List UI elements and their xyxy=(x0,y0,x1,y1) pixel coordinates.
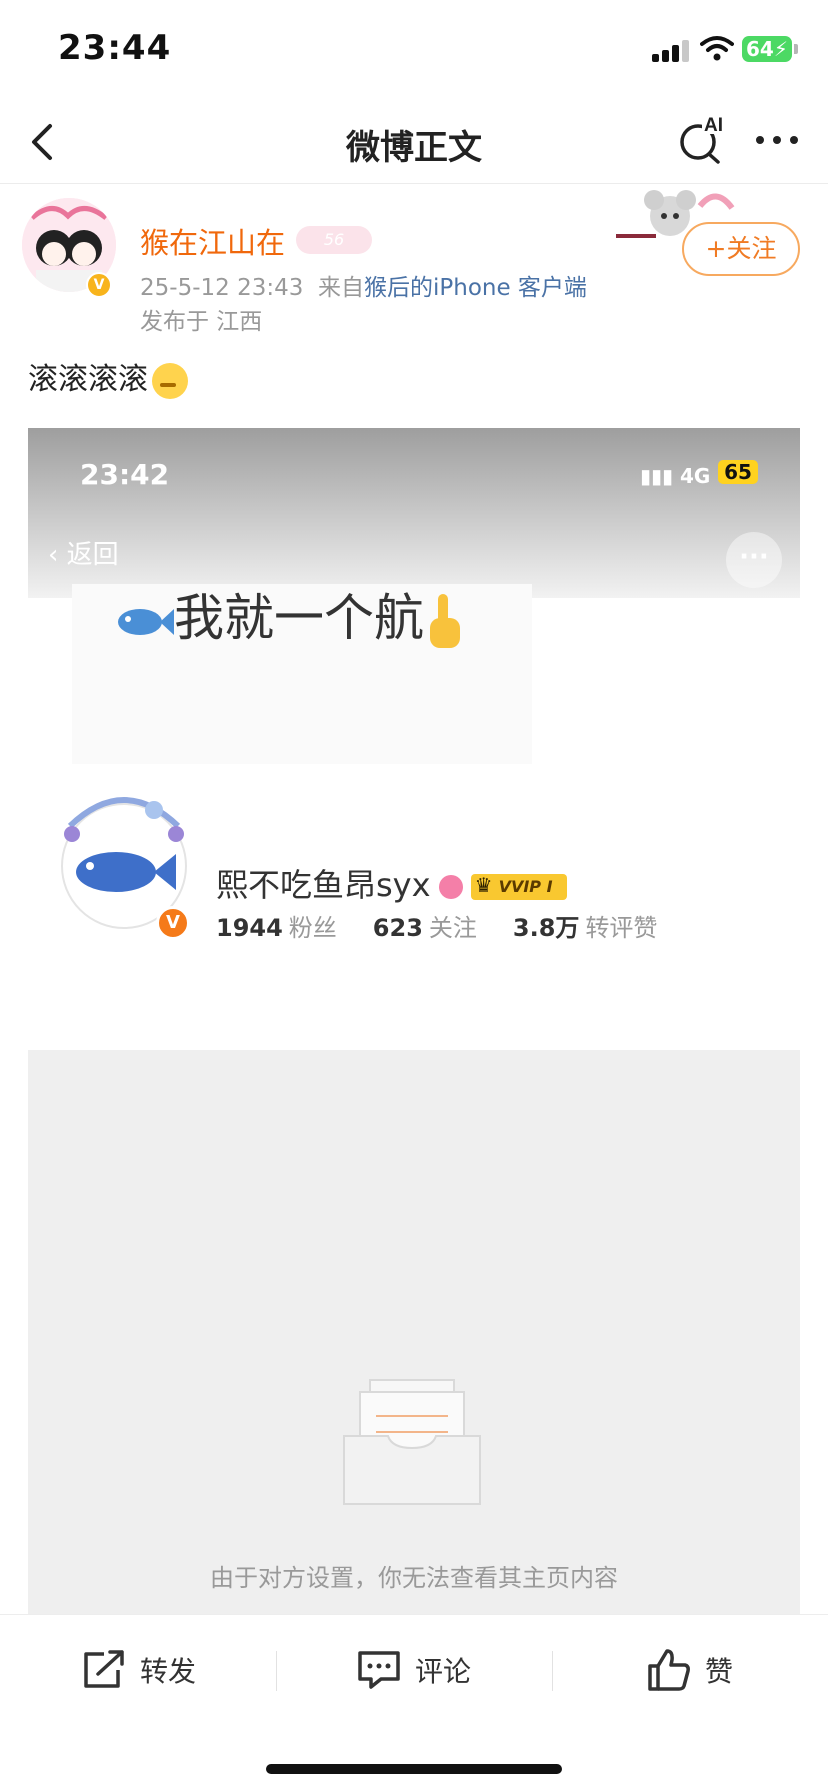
thinking-emoji-icon xyxy=(152,362,188,399)
comment-label: 评论 xyxy=(414,1655,471,1688)
post-date: 25-5-12 23:43 xyxy=(140,275,304,301)
repost-icon xyxy=(84,1650,124,1688)
comment-button[interactable]: 评论 xyxy=(276,1615,552,1725)
comment-icon xyxy=(358,1651,400,1689)
home-indicator xyxy=(266,1764,562,1774)
empty-inbox-icon xyxy=(343,1379,481,1505)
pointing-up-emoji-icon xyxy=(430,593,460,648)
battery-indicator: 64⚡ xyxy=(742,36,798,62)
thumbs-up-icon xyxy=(648,1649,690,1691)
embed-back-link: ‹ 返回 xyxy=(48,540,119,570)
embed-profile-stats: 1944 粉丝 623 关注 3.8万 转评赞 xyxy=(216,908,693,943)
post-meta: 25-5-12 23:43 来自猴后的iPhone 客户端 xyxy=(140,268,587,302)
embed-profile-name-text: 熙不吃鱼昂syx xyxy=(216,866,431,904)
pink-badge-icon xyxy=(438,875,463,899)
post-source-link[interactable]: 猴后的iPhone 客户端 xyxy=(364,275,587,301)
embed-more-icon: ··· xyxy=(726,532,782,588)
embed-banner-text: 我就一个航 xyxy=(114,578,464,652)
embed-back-label: 返回 xyxy=(66,540,119,570)
vip-level-badge[interactable]: 56 xyxy=(296,226,372,254)
like-label: 赞 xyxy=(704,1655,733,1688)
embed-empty-state: 由于对方设置，你无法查看其主页内容 xyxy=(28,1050,800,1614)
repost-label: 转发 xyxy=(139,1655,196,1688)
stat-label: 关注 xyxy=(428,914,477,942)
like-button[interactable]: 赞 xyxy=(552,1615,828,1725)
verified-badge-icon: V xyxy=(86,272,112,298)
nav-bar: 微博正文 AI xyxy=(0,98,828,184)
author-name[interactable]: 猴在江山在 xyxy=(140,220,285,262)
embed-verified-icon: V xyxy=(156,906,190,940)
follow-button[interactable]: +关注 xyxy=(682,222,800,276)
post-text: 滚滚滚滚 xyxy=(28,354,188,399)
stat-label: 粉丝 xyxy=(288,914,337,942)
stat-value: 3.8万 xyxy=(512,914,580,942)
vvip-badge: VVIP I xyxy=(470,872,567,900)
post-text-content: 滚滚滚滚 xyxy=(28,362,148,397)
empty-state-text: 由于对方设置，你无法查看其主页内容 xyxy=(210,1564,618,1592)
more-options-icon[interactable] xyxy=(752,120,802,160)
status-time: 23:44 xyxy=(58,28,172,68)
embed-network: ▮▮▮ 4G xyxy=(640,464,711,488)
embed-status-time: 23:42 xyxy=(80,458,170,491)
wifi-icon xyxy=(700,36,734,61)
embed-header xyxy=(28,428,800,598)
embed-battery: 65 xyxy=(718,460,758,484)
ai-search-icon[interactable]: AI xyxy=(676,114,728,166)
embed-banner-label: 我就一个航 xyxy=(174,589,424,647)
repost-button[interactable]: 转发 xyxy=(0,1615,276,1725)
stat-value: 623 xyxy=(372,914,423,942)
cellular-signal-icon xyxy=(652,40,692,62)
source-prefix: 来自 xyxy=(317,275,364,301)
embed-network-label: 4G xyxy=(679,464,711,488)
post-image[interactable]: 23:42 ▮▮▮ 4G 65 ‹ 返回 ··· 我就一个航 V 熙不吃鱼昂sy… xyxy=(28,428,800,1614)
fish-emoji-icon xyxy=(118,608,174,635)
ai-label: AI xyxy=(704,115,723,136)
stat-value: 1944 xyxy=(216,914,283,942)
status-bar: 23:44 64⚡ xyxy=(0,0,828,98)
stat-label: 转评赞 xyxy=(585,914,658,942)
embed-profile-name: 熙不吃鱼昂syx VVIP I xyxy=(216,860,567,906)
post-location: 发布于 江西 xyxy=(140,309,263,335)
battery-level: 64 xyxy=(746,37,774,61)
